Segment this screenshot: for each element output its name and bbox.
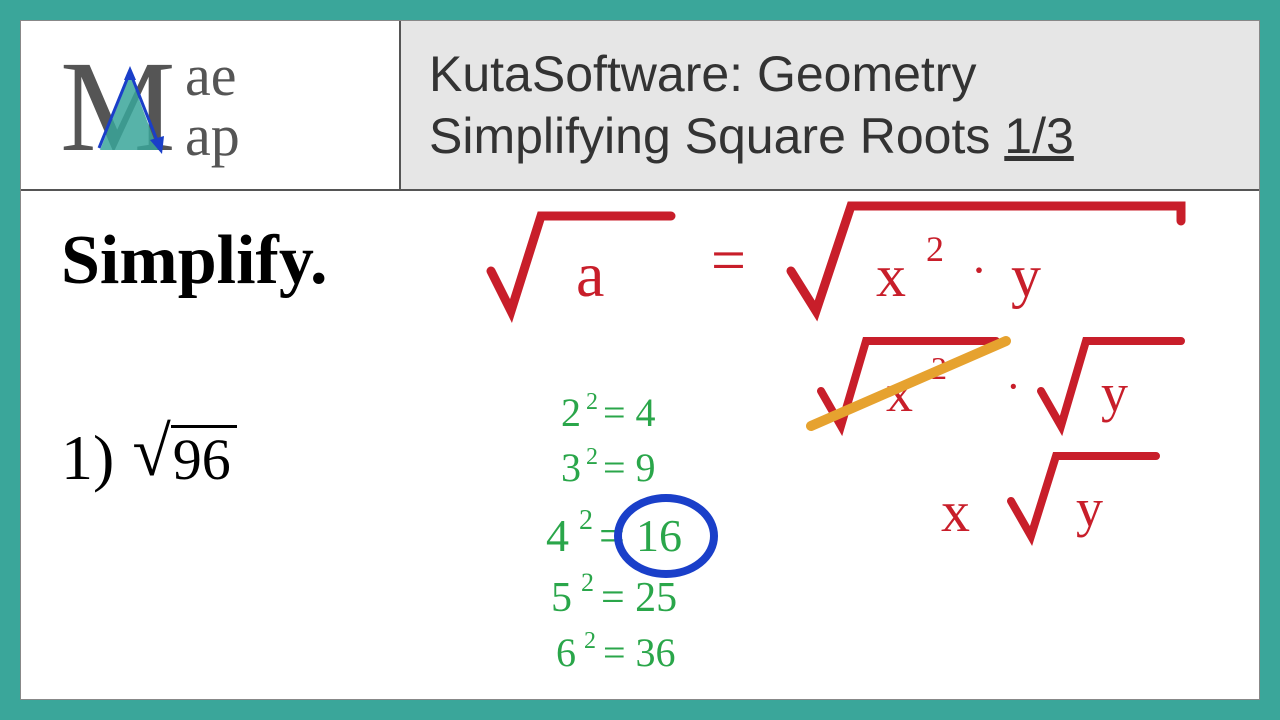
svg-text:3: 3 bbox=[561, 445, 581, 490]
svg-text:·: · bbox=[971, 244, 987, 297]
svg-text:2: 2 bbox=[584, 628, 596, 654]
video-slide: M ae ap KutaSoftware: Geometry Simplifyi… bbox=[20, 20, 1260, 700]
svg-text:2: 2 bbox=[586, 389, 598, 415]
svg-text:4: 4 bbox=[546, 510, 569, 561]
svg-text:2: 2 bbox=[581, 568, 594, 597]
handwriting-overlay: a = x 2 · y x 2 · y bbox=[21, 191, 1261, 701]
step-2-expression: x 2 · y bbox=[811, 341, 1181, 426]
svg-text:y: y bbox=[1076, 478, 1103, 538]
title-line-1: KutaSoftware: Geometry bbox=[429, 43, 1259, 106]
svg-text:2: 2 bbox=[561, 390, 581, 435]
svg-text:2: 2 bbox=[579, 505, 593, 536]
svg-text:y: y bbox=[1101, 363, 1128, 423]
svg-text:x: x bbox=[876, 243, 906, 309]
sqrt-x2y-expression: x 2 · y bbox=[791, 206, 1181, 311]
svg-text:6: 6 bbox=[556, 630, 576, 675]
perfect-squares-list: 22 = 4 32 = 9 42 = 16 52 = 25 62 = 36 bbox=[546, 389, 682, 675]
svg-text:= 9: = 9 bbox=[603, 445, 656, 490]
svg-text:y: y bbox=[1011, 243, 1041, 309]
svg-text:2: 2 bbox=[586, 444, 598, 470]
svg-text:5: 5 bbox=[551, 575, 572, 621]
svg-text:= 36: = 36 bbox=[603, 630, 676, 675]
svg-text:x: x bbox=[941, 479, 970, 544]
sqrt-a-expression: a bbox=[491, 216, 671, 311]
title-line-2-text: Simplifying Square Roots bbox=[429, 108, 1004, 164]
equals-sign: = bbox=[711, 227, 746, 295]
svg-text:a: a bbox=[576, 239, 604, 310]
content-area: Simplify. 1) √ 96 a = x 2 · y bbox=[21, 191, 1259, 701]
title-cell: KutaSoftware: Geometry Simplifying Squar… bbox=[401, 21, 1259, 189]
result-expression: x y bbox=[941, 456, 1156, 544]
logo-cell: M ae ap bbox=[21, 21, 401, 189]
svg-text:16: 16 bbox=[636, 510, 682, 561]
svg-text:= 4: = 4 bbox=[603, 390, 656, 435]
svg-text:·: · bbox=[1006, 362, 1021, 411]
header-row: M ae ap KutaSoftware: Geometry Simplifyi… bbox=[21, 21, 1259, 191]
svg-text:= 25: = 25 bbox=[601, 575, 677, 621]
maemap-logo: M ae ap bbox=[60, 40, 360, 170]
title-fraction: 1/3 bbox=[1004, 108, 1074, 164]
title-line-2: Simplifying Square Roots 1/3 bbox=[429, 105, 1259, 168]
svg-text:2: 2 bbox=[926, 229, 944, 269]
logo-ae-text: ae bbox=[185, 43, 237, 108]
logo-ap-text: ap bbox=[185, 103, 240, 168]
